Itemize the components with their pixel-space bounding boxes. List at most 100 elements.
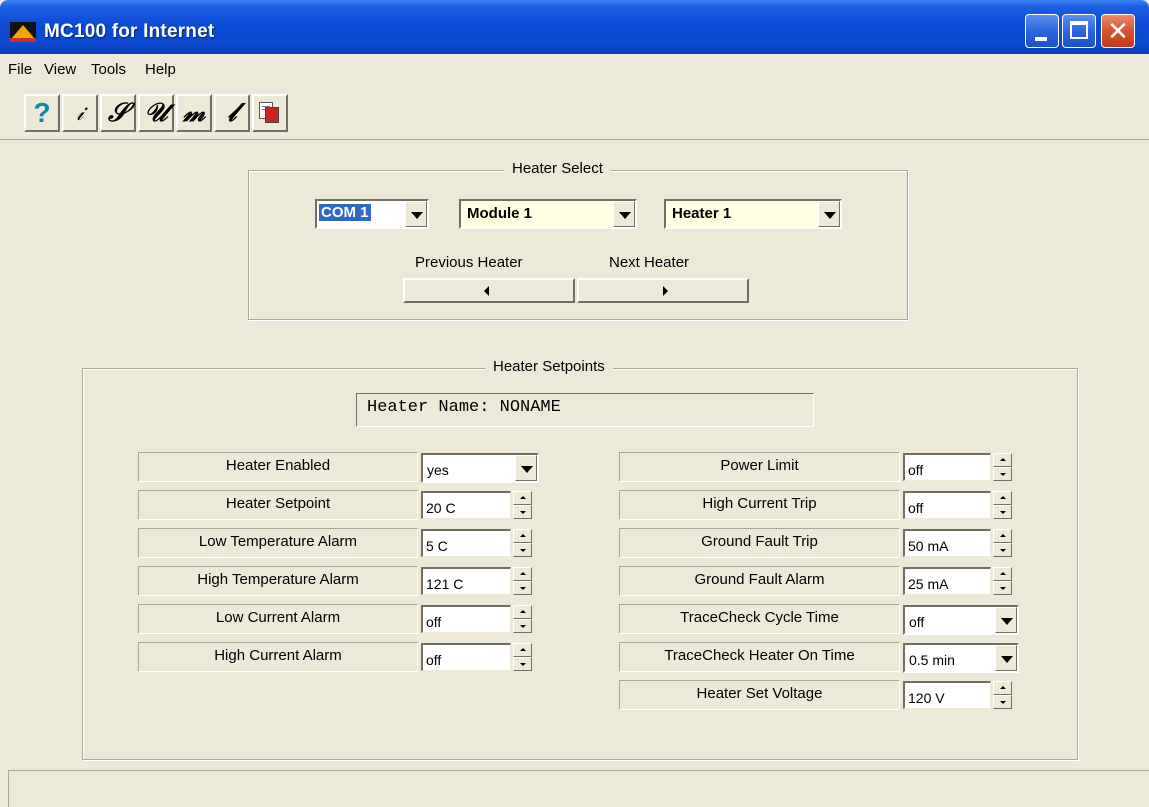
u-button[interactable]: 𝒰 [138,94,174,132]
l-icon: 𝓁 [227,97,237,128]
heater-setpoints-title: Heater Setpoints [485,358,613,375]
high-temperature-alarm-input[interactable]: 121 C [421,567,511,595]
tracecheck-heater-on-time-select[interactable]: 0.5 min [903,643,1019,673]
tracecheck-heater-on-time-label: TraceCheck Heater On Time [619,642,900,672]
heater-set-voltage-spinner[interactable] [993,681,1012,709]
previous-heater-label: Previous Heater [415,254,523,271]
heater-set-voltage-label: Heater Set Voltage [619,680,900,710]
heater-select-title: Heater Select [504,160,611,177]
status-bar [8,770,1149,807]
heater-enabled-value: yes [427,462,449,478]
spin-up-icon[interactable] [513,605,532,619]
low-temperature-alarm-input[interactable]: 5 C [421,529,511,557]
high-current-alarm-spinner[interactable] [513,643,532,671]
spin-up-icon[interactable] [993,567,1012,581]
app-logo-icon [10,22,36,42]
heater-set-voltage-input[interactable]: 120 V [903,681,991,709]
spin-down-icon[interactable] [513,619,532,633]
spin-down-icon[interactable] [993,543,1012,557]
arrow-left-icon [484,286,489,296]
tracecheck-cycle-time-select[interactable]: off [903,605,1019,635]
chevron-down-icon[interactable] [995,645,1017,671]
ground-fault-trip-label: Ground Fault Trip [619,528,900,558]
spin-down-icon[interactable] [993,505,1012,519]
heater-setpoint-label: Heater Setpoint [138,490,418,520]
high-current-trip-spinner[interactable] [993,491,1012,519]
heater-select[interactable]: Heater 1 [664,199,842,229]
next-heater-button[interactable] [577,278,749,303]
heater-setpoint-spinner[interactable] [513,491,532,519]
low-temperature-alarm-label: Low Temperature Alarm [138,528,418,558]
high-current-trip-input[interactable]: off [903,491,991,519]
module-value: Module 1 [467,205,533,222]
ground-fault-trip-input[interactable]: 50 mA [903,529,991,557]
tracecheck-cycle-time-label: TraceCheck Cycle Time [619,604,900,634]
spin-down-icon[interactable] [513,657,532,671]
export-button[interactable] [252,94,288,132]
help-button[interactable]: ? [24,94,60,132]
com-port-value: COM 1 [318,203,372,222]
spin-down-icon[interactable] [993,695,1012,709]
high-current-trip-label: High Current Trip [619,490,900,520]
spin-down-icon[interactable] [513,581,532,595]
heater-enabled-label: Heater Enabled [138,452,418,482]
low-current-alarm-input[interactable]: off [421,605,511,633]
title-bar[interactable]: MC100 for Internet ✕ [0,0,1149,54]
heater-setpoint-input[interactable]: 20 C [421,491,511,519]
toolbar: ? 𝒾 𝒮 𝒰 𝓂 𝓁 [0,88,1149,140]
high-temperature-alarm-label: High Temperature Alarm [138,566,418,596]
spin-up-icon[interactable] [993,681,1012,695]
spin-down-icon[interactable] [993,467,1012,481]
chevron-down-icon[interactable] [818,201,840,227]
spin-up-icon[interactable] [993,491,1012,505]
menu-tools[interactable]: Tools [91,61,126,78]
export-icon [259,102,281,124]
spin-up-icon[interactable] [993,453,1012,467]
low-temperature-alarm-spinner[interactable] [513,529,532,557]
ground-fault-alarm-input[interactable]: 25 mA [903,567,991,595]
chevron-down-icon[interactable] [405,201,427,227]
low-current-alarm-label: Low Current Alarm [138,604,418,634]
chevron-down-icon[interactable] [515,455,537,481]
menu-view[interactable]: View [44,61,76,78]
info-icon: 𝒾 [76,100,84,126]
minimize-button[interactable] [1025,14,1059,48]
heater-value: Heater 1 [672,205,732,222]
menu-help[interactable]: Help [145,61,176,78]
spin-down-icon[interactable] [513,543,532,557]
tracecheck-cycle-time-value: off [909,614,925,630]
com-port-select[interactable]: COM 1 [315,199,429,229]
info-button[interactable]: 𝒾 [62,94,98,132]
menu-file[interactable]: File [8,61,32,78]
spin-down-icon[interactable] [513,505,532,519]
module-select[interactable]: Module 1 [459,199,637,229]
chevron-down-icon[interactable] [995,607,1017,633]
chevron-down-icon[interactable] [613,201,635,227]
window-title: MC100 for Internet [44,21,215,42]
high-temperature-alarm-spinner[interactable] [513,567,532,595]
close-button[interactable]: ✕ [1101,14,1135,48]
spin-up-icon[interactable] [993,529,1012,543]
spin-up-icon[interactable] [513,529,532,543]
spin-up-icon[interactable] [513,491,532,505]
ground-fault-trip-spinner[interactable] [993,529,1012,557]
maximize-button[interactable] [1062,14,1096,48]
spin-up-icon[interactable] [513,643,532,657]
s-button[interactable]: 𝒮 [100,94,136,132]
spin-up-icon[interactable] [513,567,532,581]
next-heater-label: Next Heater [609,254,690,271]
power-limit-spinner[interactable] [993,453,1012,481]
power-limit-input[interactable]: off [903,453,991,481]
m-button[interactable]: 𝓂 [176,94,212,132]
low-current-alarm-spinner[interactable] [513,605,532,633]
l-button[interactable]: 𝓁 [214,94,250,132]
high-current-alarm-input[interactable]: off [421,643,511,671]
heater-name-display: Heater Name: NONAME [356,393,814,427]
arrow-right-icon [663,286,668,296]
spin-down-icon[interactable] [993,581,1012,595]
power-limit-label: Power Limit [619,452,900,482]
previous-heater-button[interactable] [403,278,575,303]
ground-fault-alarm-spinner[interactable] [993,567,1012,595]
tracecheck-heater-on-time-value: 0.5 min [909,652,955,668]
heater-enabled-select[interactable]: yes [421,453,539,483]
